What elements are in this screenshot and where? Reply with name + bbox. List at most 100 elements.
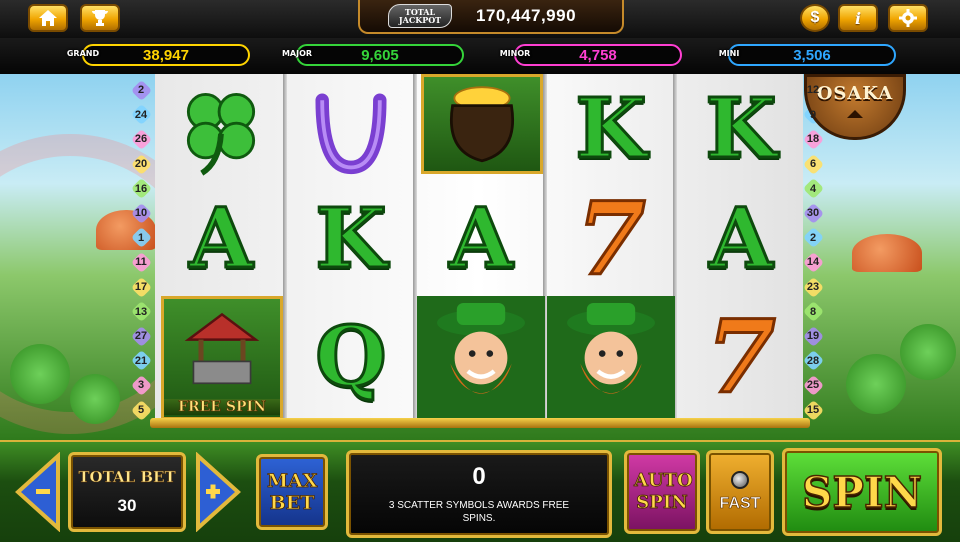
increase-bet-button[interactable]	[194, 452, 244, 532]
shamrock-icon	[186, 93, 256, 176]
major-gem-label: MAJOR	[274, 40, 320, 66]
horseshoe-icon	[315, 93, 387, 175]
payline-number[interactable]: 20	[130, 152, 152, 177]
home-button[interactable]	[28, 4, 68, 32]
symbol-leprechaun	[417, 296, 545, 420]
mini-gem-label: MINI	[706, 40, 752, 66]
payline-number[interactable]: 14	[802, 250, 824, 275]
payline-number[interactable]: 2	[130, 78, 152, 103]
payline-number-label: 14	[806, 256, 820, 269]
payline-number-label: 27	[134, 330, 148, 343]
payline-number[interactable]: 8	[802, 299, 824, 324]
leprechaun-icon	[567, 303, 655, 394]
payline-number[interactable]: 5	[130, 398, 152, 423]
payline-number[interactable]: 19	[802, 324, 824, 349]
payline-number-label: 12	[806, 84, 820, 97]
payline-number[interactable]: 11	[130, 250, 152, 275]
minor-jackpot: 4,758	[514, 44, 682, 66]
payline-number-label: 1	[137, 231, 145, 244]
info-button[interactable]: i	[838, 4, 878, 32]
reel-separator	[283, 74, 287, 422]
payline-number-label: 5	[137, 404, 145, 417]
symbol-seven-digit: 7	[705, 298, 778, 416]
payline-number-label: 8	[809, 305, 817, 318]
payline-number-label: 17	[134, 281, 148, 294]
symbol-a-letter: A	[448, 191, 515, 287]
payline-number-label: 11	[135, 256, 147, 269]
grand-jackpot-value: 38,947	[143, 46, 189, 64]
plus-arrow-icon	[196, 452, 241, 532]
payline-number[interactable]: 26	[130, 127, 152, 152]
payline-number-label: 6	[809, 158, 817, 171]
major-jackpot-value: 9,605	[361, 46, 399, 64]
symbol-q: Q	[289, 302, 413, 412]
symbol-k-letter: K	[314, 191, 388, 287]
city-arrow-icon	[847, 110, 863, 118]
mini-jackpot: 3,506	[728, 44, 896, 66]
payline-number[interactable]: 13	[130, 299, 152, 324]
total-jackpot-badge: TOTAL JACKPOT	[388, 4, 452, 28]
payline-number[interactable]: 24	[130, 103, 152, 128]
coin-icon: $	[810, 9, 820, 26]
max-bet-button[interactable]: MAX BET	[256, 454, 328, 530]
symbol-a-letter: A	[188, 191, 255, 287]
payline-number[interactable]: 10	[130, 201, 152, 226]
payline-number[interactable]: 17	[130, 275, 152, 300]
payline-number[interactable]: 4	[802, 176, 824, 201]
symbol-seven: 7	[679, 302, 803, 412]
payline-number[interactable]: 3	[130, 373, 152, 398]
symbol-a-letter: A	[708, 191, 775, 287]
payline-number-label: 24	[134, 108, 148, 121]
payline-number-label: 28	[806, 354, 820, 367]
spin-button[interactable]: SPIN	[782, 448, 942, 536]
payline-number-label: 13	[134, 305, 148, 318]
control-panel: TOTAL BET 30 MAX BET 0 3 SCATTER SYMBOLS…	[0, 440, 960, 542]
payline-number[interactable]: 25	[802, 373, 824, 398]
decrease-bet-button[interactable]	[12, 452, 62, 532]
coin-button[interactable]: $	[800, 4, 830, 32]
total-jackpot: TOTAL JACKPOT 170,447,990	[358, 0, 624, 34]
clover-decoration	[10, 344, 70, 404]
symbol-horseshoe	[289, 74, 413, 184]
fast-button[interactable]: FAST	[706, 450, 774, 534]
fast-label: FAST	[719, 495, 761, 513]
symbol-seven-digit: 7	[575, 180, 648, 298]
auto-spin-button[interactable]: AUTO SPIN	[624, 450, 700, 534]
symbol-shamrock	[159, 74, 283, 184]
payline-number[interactable]: 23	[802, 275, 824, 300]
payline-number[interactable]: 27	[130, 324, 152, 349]
payline-number-label: 4	[809, 182, 817, 195]
payline-number-label: 19	[806, 330, 820, 343]
payline-numbers-right: 12 9 18 6 4 30 2 14 23 8 19 28 25 15	[802, 78, 824, 422]
payline-number[interactable]: 2	[802, 226, 824, 251]
payline-numbers-left: 2 24 26 20 16 10 1 11 17 13 27 21 3 5	[130, 78, 152, 422]
minus-arrow-icon	[15, 452, 60, 532]
payline-number[interactable]: 16	[130, 176, 152, 201]
clover-decoration	[846, 354, 906, 414]
payline-number[interactable]: 30	[802, 201, 824, 226]
payline-number-label: 16	[134, 182, 148, 195]
payline-number[interactable]: 21	[130, 349, 152, 374]
trophy-icon	[92, 10, 108, 26]
settings-button[interactable]	[888, 4, 928, 32]
payline-number-label: 18	[806, 133, 820, 146]
gear-icon	[899, 9, 917, 27]
symbol-a: A	[159, 184, 283, 294]
payline-number-label: 23	[806, 281, 820, 294]
symbol-seven: 7	[549, 184, 673, 294]
payline-number-label: 3	[137, 379, 145, 392]
payline-number[interactable]: 18	[802, 127, 824, 152]
trophy-button[interactable]	[80, 4, 120, 32]
payline-number[interactable]: 1	[130, 226, 152, 251]
message-display: 0 3 SCATTER SYMBOLS AWARDS FREE SPINS.	[346, 450, 612, 538]
symbol-a: A	[419, 184, 543, 294]
payline-number-label: 2	[137, 84, 145, 97]
payline-number[interactable]: 28	[802, 349, 824, 374]
grand-gem-label: GRAND	[60, 40, 106, 66]
payline-number-label: 21	[134, 354, 148, 367]
payline-number[interactable]: 6	[802, 152, 824, 177]
mushroom-decoration	[852, 234, 922, 272]
payline-number-label: 25	[806, 379, 820, 392]
spin-label: SPIN	[801, 467, 922, 518]
payline-number-label: 15	[806, 404, 820, 417]
